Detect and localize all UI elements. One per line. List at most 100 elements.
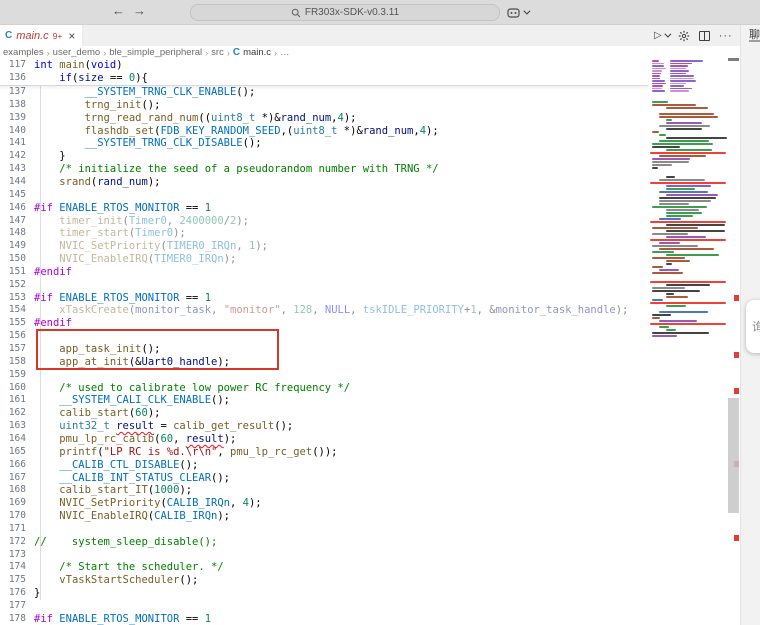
- back-arrow-icon[interactable]: ←: [112, 3, 125, 18]
- code-line-167[interactable]: 167 __CALIB_INT_STATUS_CLEAR();: [0, 472, 648, 485]
- code-line-139[interactable]: 139 trng_read_rand_num((uint8_t *)&rand_…: [0, 112, 648, 125]
- line-number[interactable]: 140: [0, 125, 26, 138]
- code-line-169[interactable]: 169 NVIC_SetPriority(CALIB_IRQn, 4);: [0, 497, 648, 510]
- close-icon[interactable]: ×: [66, 29, 75, 43]
- floating-assistant-button[interactable]: 询: [746, 300, 760, 353]
- line-number[interactable]: 164: [0, 433, 26, 446]
- line-number[interactable]: 152: [0, 279, 26, 292]
- code-line-146[interactable]: 146#if ENABLE_RTOS_MONITOR == 1: [0, 202, 648, 215]
- line-number[interactable]: 174: [0, 561, 26, 574]
- line-number[interactable]: 171: [0, 523, 26, 536]
- line-number[interactable]: 149: [0, 240, 26, 253]
- command-center-search[interactable]: FR303x-SDK-v0.3.11: [190, 4, 500, 21]
- code-line-140[interactable]: 140 flashdb_set(FDB_KEY_RANDOM_SEED,(uin…: [0, 125, 648, 138]
- more-actions-icon[interactable]: ···: [719, 30, 733, 42]
- code-line-150[interactable]: 150 NVIC_EnableIRQ(TIMER0_IRQn);: [0, 253, 648, 266]
- line-number[interactable]: 147: [0, 215, 26, 228]
- line-number[interactable]: 166: [0, 459, 26, 472]
- breadcrumb-item[interactable]: user_demo: [53, 47, 101, 58]
- code-line-147[interactable]: 147 timer_init(Timer0, 2400000/2);: [0, 215, 648, 228]
- line-number[interactable]: 176: [0, 587, 26, 600]
- code-line-161[interactable]: 161 __SYSTEM_CALI_CLK_ENABLE();: [0, 394, 648, 407]
- line-number[interactable]: 153: [0, 292, 26, 305]
- code-line-172[interactable]: 172// system_sleep_disable();: [0, 536, 648, 549]
- line-number[interactable]: 158: [0, 356, 26, 369]
- minimap[interactable]: [648, 59, 728, 625]
- line-number[interactable]: 165: [0, 446, 26, 459]
- copilot-menu-button[interactable]: [507, 6, 533, 19]
- line-number[interactable]: 168: [0, 484, 26, 497]
- code-line-163[interactable]: 163 uint32_t result = calib_get_result()…: [0, 420, 648, 433]
- code-line-171[interactable]: 171: [0, 523, 648, 536]
- line-number[interactable]: 156: [0, 330, 26, 343]
- line-number[interactable]: 137: [0, 86, 26, 99]
- code-line-168[interactable]: 168 calib_start_IT(1000);: [0, 484, 648, 497]
- run-button[interactable]: ▷: [654, 31, 669, 41]
- line-number[interactable]: 117: [0, 59, 26, 72]
- breadcrumb-item[interactable]: main.c: [243, 47, 271, 58]
- line-number[interactable]: 160: [0, 382, 26, 395]
- line-number[interactable]: 148: [0, 227, 26, 240]
- code-line-117[interactable]: 117int main(void): [0, 59, 648, 72]
- code-line-154[interactable]: 154 xTaskCreate(monitor_task, "monitor",…: [0, 304, 648, 317]
- line-number[interactable]: 151: [0, 266, 26, 279]
- code-line-138[interactable]: 138 trng_init();: [0, 99, 648, 112]
- line-number[interactable]: 136: [0, 72, 26, 85]
- code-line-166[interactable]: 166 __CALIB_CTL_DISABLE();: [0, 459, 648, 472]
- line-number[interactable]: 169: [0, 497, 26, 510]
- tab-main-c[interactable]: C main.c 9+ ×: [0, 25, 83, 46]
- line-number[interactable]: 172: [0, 536, 26, 549]
- line-number[interactable]: 146: [0, 202, 26, 215]
- line-number[interactable]: 145: [0, 189, 26, 202]
- code-line-144[interactable]: 144 srand(rand_num);: [0, 176, 648, 189]
- breadcrumb-item[interactable]: examples: [3, 47, 44, 58]
- scrollbar-thumb[interactable]: [728, 398, 739, 513]
- line-number[interactable]: 177: [0, 600, 26, 613]
- line-number[interactable]: 144: [0, 176, 26, 189]
- code-line-136[interactable]: 136 if(size == 0){: [0, 72, 648, 85]
- breadcrumb-item[interactable]: …: [280, 47, 290, 58]
- code-line-149[interactable]: 149 NVIC_SetPriority(TIMER0_IRQn, 1);: [0, 240, 648, 253]
- line-number[interactable]: 150: [0, 253, 26, 266]
- line-number[interactable]: 173: [0, 549, 26, 562]
- code-line-173[interactable]: 173: [0, 549, 648, 562]
- line-number[interactable]: 161: [0, 394, 26, 407]
- code-line-143[interactable]: 143 /* initialize the seed of a pseudora…: [0, 163, 648, 176]
- code-line-145[interactable]: 145: [0, 189, 648, 202]
- line-number[interactable]: 139: [0, 112, 26, 125]
- code-line-151[interactable]: 151#endif: [0, 266, 648, 279]
- code-line-175[interactable]: 175 vTaskStartScheduler();: [0, 574, 648, 587]
- code-line-160[interactable]: 160 /* used to calibrate low power RC fr…: [0, 382, 648, 395]
- code-line-178[interactable]: 178#if ENABLE_RTOS_MONITOR == 1: [0, 613, 648, 625]
- code-line-162[interactable]: 162 calib_start(60);: [0, 407, 648, 420]
- code-line-170[interactable]: 170 NVIC_EnableIRQ(CALIB_IRQn);: [0, 510, 648, 523]
- line-number[interactable]: 175: [0, 574, 26, 587]
- line-number[interactable]: 141: [0, 137, 26, 150]
- breadcrumb-item[interactable]: ble_simple_peripheral: [109, 47, 202, 58]
- forward-arrow-icon[interactable]: →: [133, 3, 146, 18]
- code-line-176[interactable]: 176}: [0, 587, 648, 600]
- line-number[interactable]: 170: [0, 510, 26, 523]
- code-line-141[interactable]: 141 __SYSTEM_TRNG_CLK_DISABLE();: [0, 137, 648, 150]
- code-line-164[interactable]: 164 pmu_lp_rc_calib(60, result);: [0, 433, 648, 446]
- code-line-152[interactable]: 152: [0, 279, 648, 292]
- line-number[interactable]: 178: [0, 613, 26, 625]
- code-line-148[interactable]: 148 timer_start(Timer0);: [0, 227, 648, 240]
- line-number[interactable]: 162: [0, 407, 26, 420]
- code-line-177[interactable]: 177: [0, 600, 648, 613]
- line-number[interactable]: 157: [0, 343, 26, 356]
- gear-icon[interactable]: [678, 30, 690, 42]
- line-number[interactable]: 142: [0, 150, 26, 163]
- code-line-159[interactable]: 159: [0, 369, 648, 382]
- breadcrumb-item[interactable]: src: [211, 47, 224, 58]
- code-line-174[interactable]: 174 /* Start the scheduler. */: [0, 561, 648, 574]
- code-editor[interactable]: 137 __SYSTEM_TRNG_CLK_ENABLE();138 trng_…: [0, 59, 648, 625]
- code-line-137[interactable]: 137 __SYSTEM_TRNG_CLK_ENABLE();: [0, 86, 648, 99]
- line-number[interactable]: 159: [0, 369, 26, 382]
- line-number[interactable]: 143: [0, 163, 26, 176]
- line-number[interactable]: 155: [0, 317, 26, 330]
- line-number[interactable]: 163: [0, 420, 26, 433]
- code-line-142[interactable]: 142 }: [0, 150, 648, 163]
- line-number[interactable]: 138: [0, 99, 26, 112]
- line-number[interactable]: 167: [0, 472, 26, 485]
